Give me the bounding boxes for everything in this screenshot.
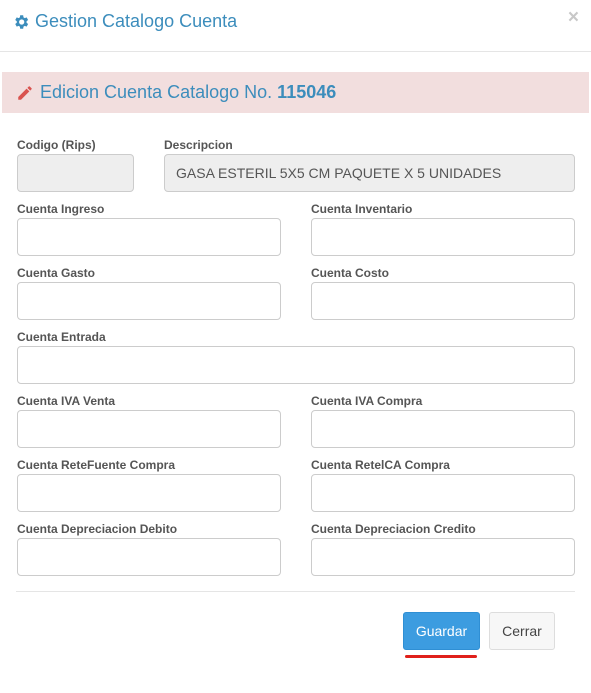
cuenta-costo-label: Cuenta Costo bbox=[311, 266, 389, 280]
cuenta-iva-compra-field[interactable] bbox=[311, 410, 575, 448]
modal-header: Gestion Catalogo Cuenta × bbox=[0, 0, 591, 52]
gear-icon bbox=[15, 14, 29, 29]
cuenta-depreciacion-credito-field[interactable] bbox=[311, 538, 575, 576]
cuenta-ingreso-field[interactable] bbox=[17, 218, 281, 256]
edit-banner: Edicion Cuenta Catalogo No. 115046 bbox=[2, 72, 589, 113]
cuenta-costo-field[interactable] bbox=[311, 282, 575, 320]
close-button[interactable]: Cerrar bbox=[489, 612, 555, 650]
cuenta-iva-compra-label: Cuenta IVA Compra bbox=[311, 394, 423, 408]
cuenta-retefuente-compra-field[interactable] bbox=[17, 474, 281, 512]
cuenta-reteica-compra-field[interactable] bbox=[311, 474, 575, 512]
save-button-underline bbox=[405, 655, 477, 658]
cuenta-inventario-field[interactable] bbox=[311, 218, 575, 256]
descripcion-field[interactable]: GASA ESTERIL 5X5 CM PAQUETE X 5 UNIDADES bbox=[164, 154, 575, 192]
banner-title: Edicion Cuenta Catalogo No. 115046 bbox=[40, 82, 336, 103]
cuenta-entrada-field[interactable] bbox=[17, 346, 575, 384]
catalog-number: 115046 bbox=[277, 82, 337, 102]
footer-divider bbox=[16, 591, 575, 592]
cuenta-depreciacion-credito-label: Cuenta Depreciacion Credito bbox=[311, 522, 476, 536]
save-button[interactable]: Guardar bbox=[403, 612, 480, 650]
modal-title-text: Gestion Catalogo Cuenta bbox=[35, 11, 238, 31]
codigo-label: Codigo (Rips) bbox=[17, 138, 96, 152]
cuenta-reteica-compra-label: Cuenta RetelCA Compra bbox=[311, 458, 450, 472]
cuenta-iva-venta-label: Cuenta IVA Venta bbox=[17, 394, 116, 408]
cuenta-depreciacion-debito-field[interactable] bbox=[17, 538, 281, 576]
modal-title: Gestion Catalogo Cuenta bbox=[12, 11, 237, 32]
cuenta-inventario-label: Cuenta Inventario bbox=[311, 202, 413, 216]
cuenta-retefuente-compra-label: Cuenta ReteFuente Compra bbox=[17, 458, 176, 472]
cuenta-depreciacion-debito-label: Cuenta Depreciacion Debito bbox=[17, 522, 178, 536]
codigo-field[interactable] bbox=[17, 154, 134, 192]
banner-label: Edicion Cuenta Catalogo No. bbox=[40, 82, 273, 102]
cuenta-entrada-label: Cuenta Entrada bbox=[17, 330, 106, 344]
close-icon[interactable]: × bbox=[568, 8, 579, 28]
cuenta-iva-venta-field[interactable] bbox=[17, 410, 281, 448]
cuenta-gasto-field[interactable] bbox=[17, 282, 281, 320]
cuenta-gasto-label: Cuenta Gasto bbox=[17, 266, 96, 280]
pencil-icon bbox=[18, 85, 32, 100]
descripcion-label: Descripcion bbox=[164, 138, 233, 152]
cuenta-ingreso-label: Cuenta Ingreso bbox=[17, 202, 105, 216]
